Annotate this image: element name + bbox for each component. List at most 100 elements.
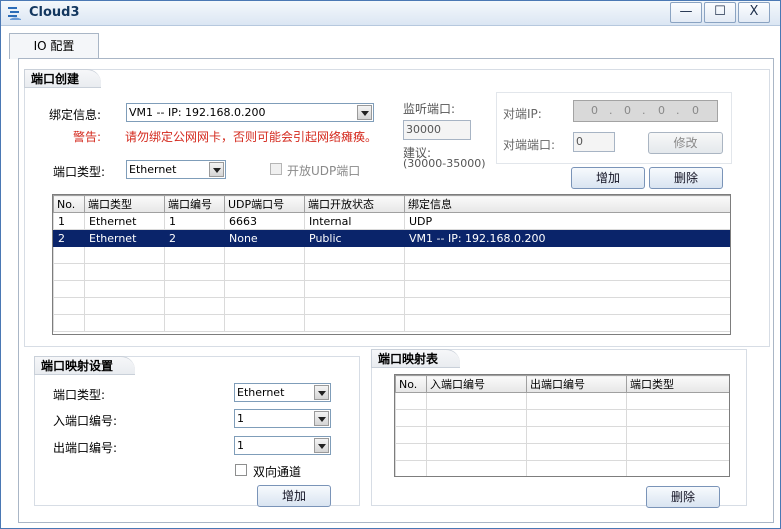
remote-port-label: 对端端口: xyxy=(503,138,556,152)
remote-ip-label: 对端IP: xyxy=(503,107,542,121)
table-cell xyxy=(426,460,527,476)
port-table-header[interactable]: UDP端口号 xyxy=(224,195,305,213)
table-row[interactable] xyxy=(395,426,729,444)
mapping-table-group: 端口映射表 No. 入端口编号 出端口编号 端口类型 删除 xyxy=(371,349,747,508)
chevron-down-icon[interactable] xyxy=(314,438,329,453)
table-cell xyxy=(426,409,527,427)
modify-button[interactable]: 修改 xyxy=(648,132,723,154)
table-cell xyxy=(426,426,527,444)
port-table-header[interactable]: 绑定信息 xyxy=(404,195,730,213)
table-cell xyxy=(164,263,225,281)
table-cell xyxy=(626,426,729,444)
table-row[interactable] xyxy=(53,314,730,332)
table-cell xyxy=(164,314,225,332)
remote-port-field[interactable]: 0 xyxy=(573,132,615,152)
remote-ip-field[interactable]: 0 . 0 . 0 . 0 xyxy=(573,100,718,122)
port-create-title: 端口创建 xyxy=(24,69,102,88)
title-bar[interactable]: Cloud3 — ☐ X xyxy=(1,1,780,26)
open-udp-checkbox[interactable] xyxy=(270,163,282,175)
bind-info-label: 绑定信息: xyxy=(49,108,102,122)
table-row[interactable] xyxy=(395,460,729,476)
port-table-grid: No. 端口类型 端口编号 UDP端口号 端口开放状态 绑定信息 1 Ethernet 1 66… xyxy=(53,195,730,332)
table-row[interactable] xyxy=(395,392,729,410)
listen-port-field[interactable]: 30000 xyxy=(403,120,471,140)
delete-port-button[interactable]: 删除 xyxy=(649,167,723,189)
window-title: Cloud3 xyxy=(29,5,80,20)
table-cell xyxy=(84,246,165,264)
table-cell xyxy=(84,297,165,315)
out-port-select[interactable]: 1 xyxy=(234,436,331,455)
mapping-table-header[interactable]: 入端口编号 xyxy=(426,375,527,393)
table-cell xyxy=(53,314,85,332)
table-cell: 2 xyxy=(164,229,225,247)
table-cell xyxy=(164,297,225,315)
port-type-label: 端口类型: xyxy=(53,165,106,179)
table-cell xyxy=(164,280,225,298)
table-cell: Ethernet xyxy=(84,229,165,247)
chevron-down-icon[interactable] xyxy=(357,105,372,120)
table-row[interactable] xyxy=(395,443,729,461)
table-row[interactable] xyxy=(53,246,730,264)
port-table-header[interactable]: 端口类型 xyxy=(84,195,165,213)
table-cell xyxy=(53,297,85,315)
table-cell xyxy=(395,426,427,444)
port-table[interactable]: No. 端口类型 端口编号 UDP端口号 端口开放状态 绑定信息 1 Ethernet 1 66… xyxy=(52,194,731,335)
add-mapping-button[interactable]: 增加 xyxy=(257,485,331,507)
bidirectional-checkbox[interactable] xyxy=(235,464,247,476)
port-table-header[interactable]: 端口开放状态 xyxy=(304,195,405,213)
table-cell xyxy=(84,314,165,332)
mapping-table[interactable]: No. 入端口编号 出端口编号 端口类型 xyxy=(394,374,730,477)
table-cell xyxy=(304,246,405,264)
table-cell xyxy=(404,246,730,264)
maximize-button[interactable]: ☐ xyxy=(704,2,736,23)
table-row[interactable]: 2 Ethernet 2 None Public VM1 -- IP: 192.168.0… xyxy=(53,229,730,247)
table-cell xyxy=(304,280,405,298)
close-button[interactable]: X xyxy=(738,2,770,23)
delete-mapping-button[interactable]: 删除 xyxy=(646,486,720,508)
mapping-table-header[interactable]: 出端口编号 xyxy=(526,375,627,393)
port-type-select[interactable]: Ethernet xyxy=(126,160,226,179)
table-cell: Ethernet xyxy=(84,212,165,230)
table-cell: 2 xyxy=(53,229,85,247)
table-row[interactable]: 1 Ethernet 1 6663 Internal UDP xyxy=(53,212,730,230)
add-port-button[interactable]: 增加 xyxy=(571,167,645,189)
chevron-down-icon[interactable] xyxy=(314,385,329,400)
minimize-button[interactable]: — xyxy=(670,2,702,23)
in-port-select[interactable]: 1 xyxy=(234,409,331,428)
table-cell xyxy=(626,443,729,461)
table-cell xyxy=(224,280,305,298)
table-row[interactable] xyxy=(53,280,730,298)
table-cell xyxy=(224,314,305,332)
port-table-header[interactable]: No. xyxy=(53,195,85,213)
out-port-label: 出端口编号: xyxy=(53,441,118,455)
mapping-table-title: 端口映射表 xyxy=(371,349,461,368)
chevron-down-icon[interactable] xyxy=(314,411,329,426)
table-cell: 6663 xyxy=(224,212,305,230)
table-cell xyxy=(84,280,165,298)
mapping-table-header[interactable]: No. xyxy=(395,375,427,393)
cloud3-window: Cloud3 — ☐ X IO 配置 端口创建 绑定信息: VM1 -- IP:… xyxy=(0,0,781,529)
table-cell xyxy=(84,263,165,281)
table-cell xyxy=(395,443,427,461)
map-port-type-select[interactable]: Ethernet xyxy=(234,383,331,402)
table-cell xyxy=(626,460,729,476)
table-row[interactable] xyxy=(53,263,730,281)
port-type-value: Ethernet xyxy=(129,163,177,176)
io-config-page: 端口创建 绑定信息: VM1 -- IP: 192.168.0.200 警告: … xyxy=(18,58,774,523)
table-row[interactable] xyxy=(53,297,730,315)
in-port-label: 入端口编号: xyxy=(53,414,118,428)
table-cell xyxy=(426,443,527,461)
table-cell: 1 xyxy=(164,212,225,230)
mapping-table-header[interactable]: 端口类型 xyxy=(626,375,729,393)
table-cell xyxy=(395,460,427,476)
table-row[interactable] xyxy=(395,409,729,427)
table-cell: None xyxy=(224,229,305,247)
tab-io-config[interactable]: IO 配置 xyxy=(9,33,99,59)
bind-info-select[interactable]: VM1 -- IP: 192.168.0.200 xyxy=(126,103,374,122)
cloud-app-icon xyxy=(8,7,21,20)
table-cell xyxy=(53,263,85,281)
port-table-header[interactable]: 端口编号 xyxy=(164,195,225,213)
chevron-down-icon[interactable] xyxy=(209,162,224,177)
table-cell xyxy=(526,460,627,476)
remote-panel: 对端IP: 0 . 0 . 0 . 0 对端端口: 0 修改 xyxy=(496,92,732,164)
